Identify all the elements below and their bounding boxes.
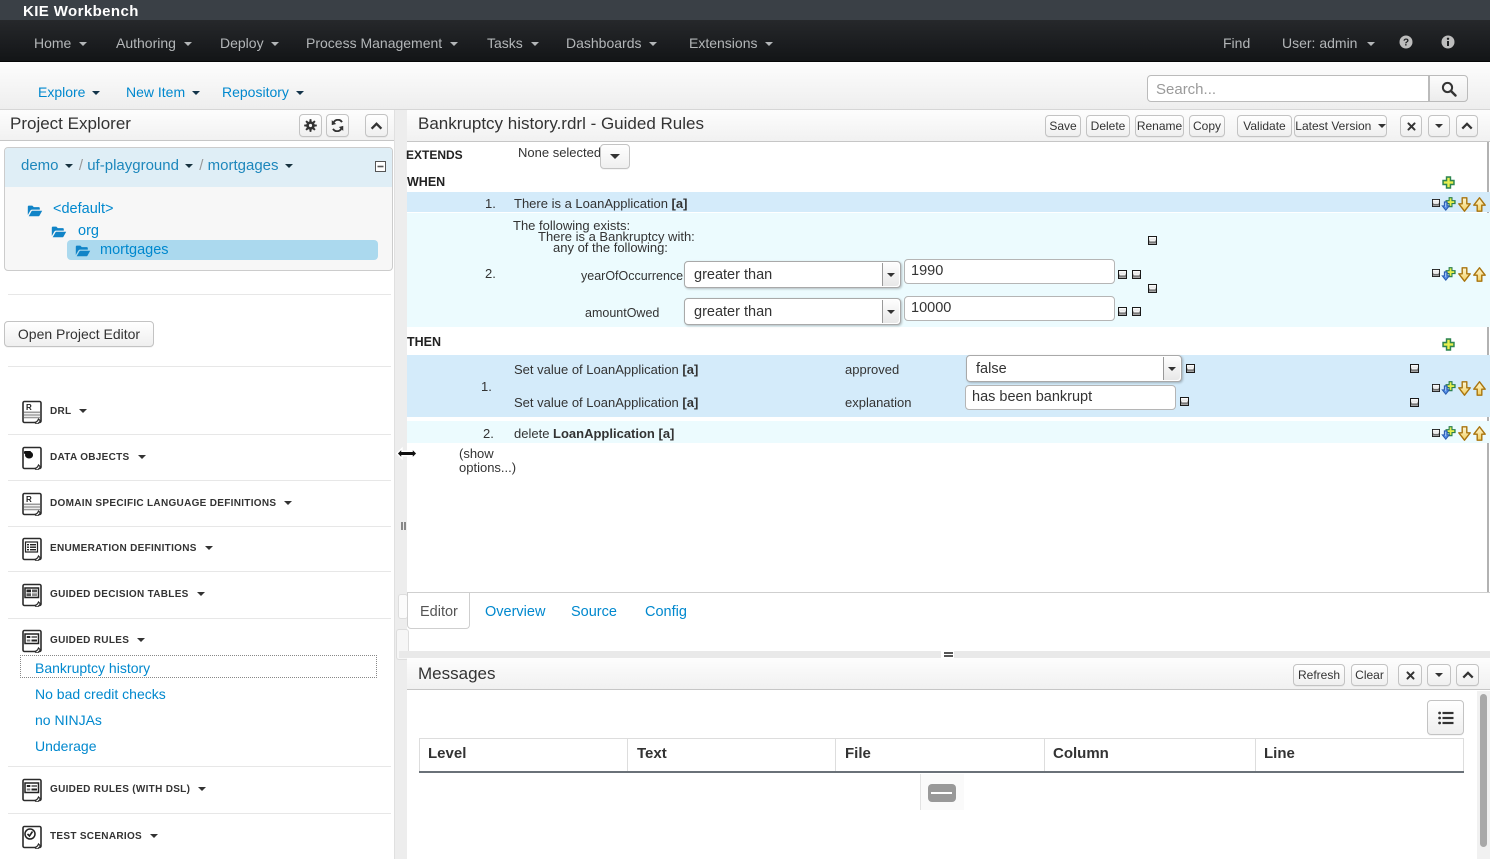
svg-text:R: R <box>26 403 32 412</box>
svg-text:R: R <box>26 495 32 504</box>
